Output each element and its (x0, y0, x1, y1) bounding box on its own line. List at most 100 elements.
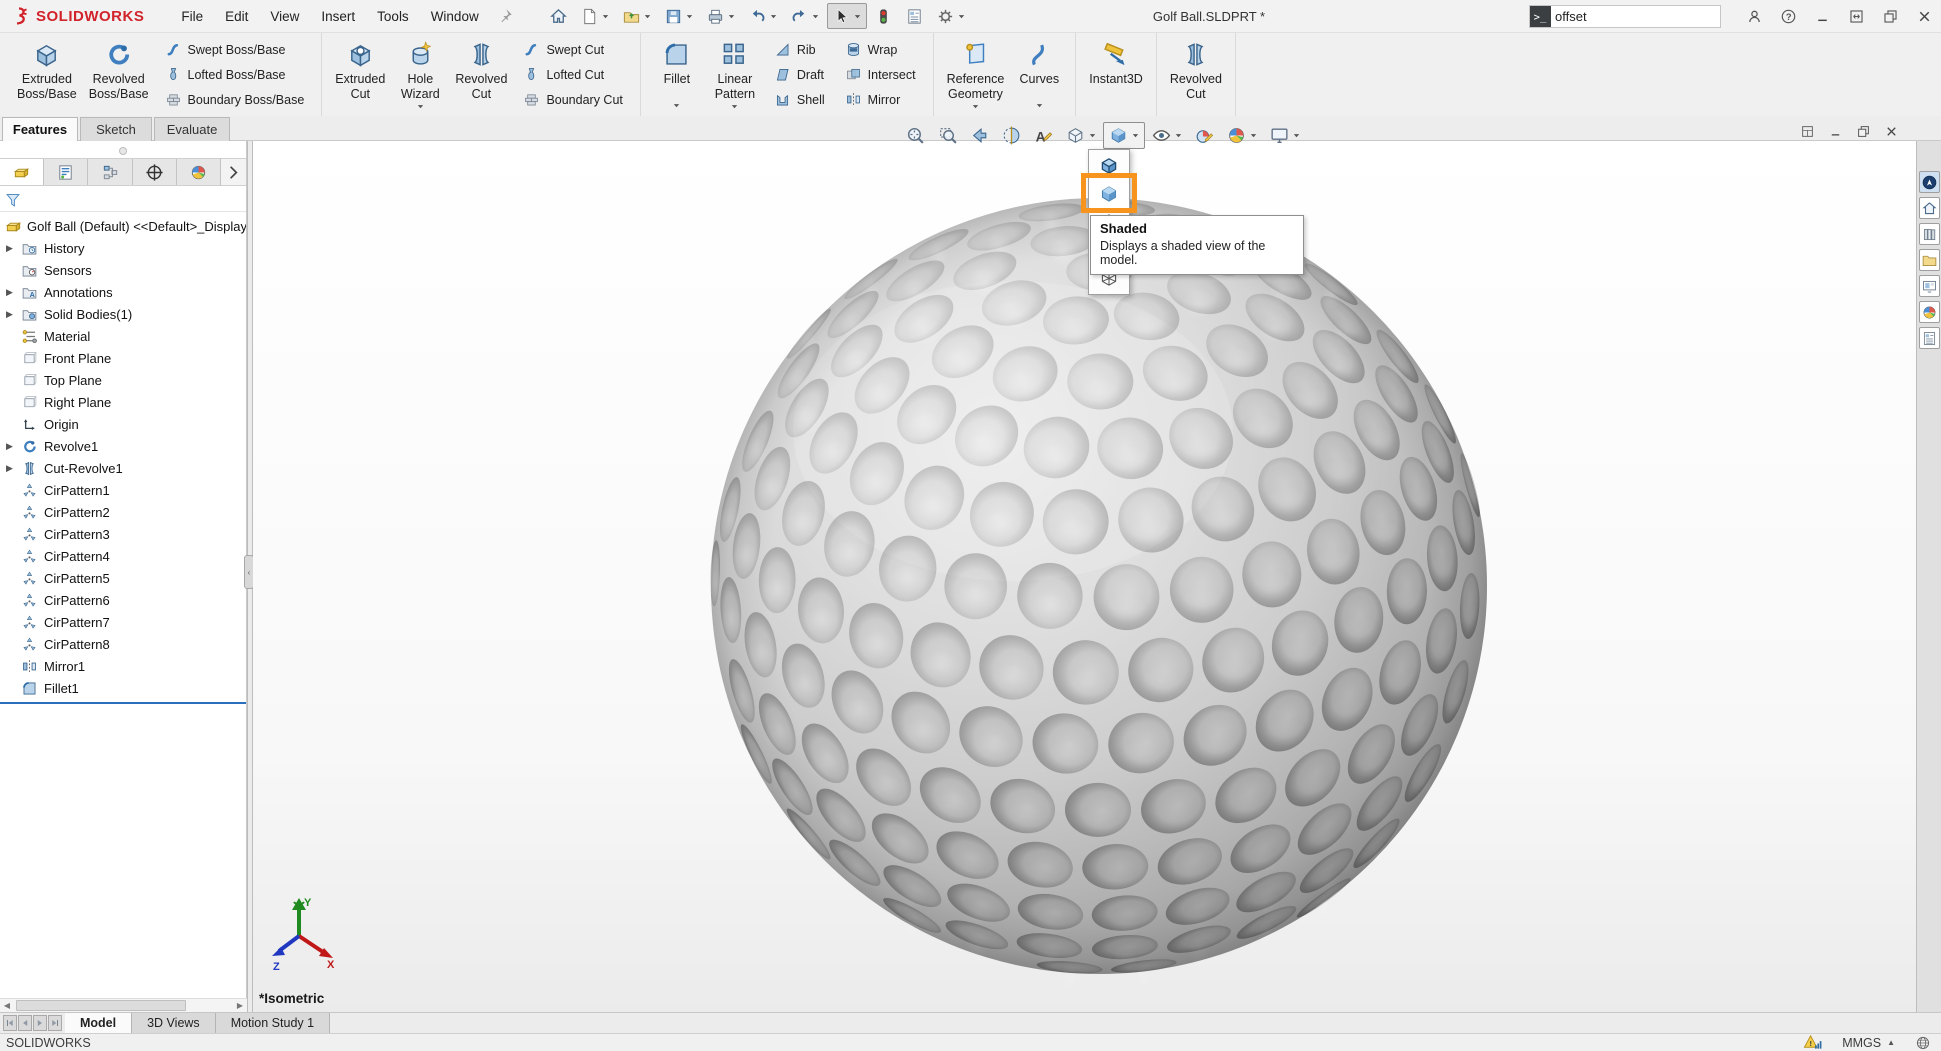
tree-item-cirpattern7[interactable]: CirPattern7 (0, 611, 247, 633)
first-tab-button[interactable] (3, 1015, 17, 1031)
tree-item-front-plane[interactable]: Front Plane (0, 347, 247, 369)
previous-tab-button[interactable] (18, 1015, 32, 1031)
login-button[interactable] (1746, 8, 1763, 25)
zoom-to-fit-button[interactable] (900, 122, 931, 149)
unit-system[interactable]: MMGS ▲ (1842, 1036, 1895, 1050)
view-settings-button[interactable] (1264, 122, 1306, 149)
tree-item-cirpattern3[interactable]: CirPattern3 (0, 523, 247, 545)
appearances-scenes-button[interactable] (1919, 301, 1940, 323)
file-explorer-button[interactable] (1919, 249, 1940, 271)
caret-down-icon[interactable] (811, 12, 820, 21)
ribbon-rib-button[interactable]: Rib (770, 39, 829, 60)
ribbon-revolved-boss-base-button[interactable]: Revolved Boss/Base (83, 35, 155, 114)
pane-tab-featuremanager-tree[interactable] (0, 159, 44, 185)
ribbon-reference-geometry-button[interactable]: Reference Geometry (941, 35, 1011, 114)
ribbon-swept-cut-button[interactable]: Swept Cut (519, 39, 626, 60)
pin-icon[interactable] (496, 7, 514, 25)
ribbon-extruded-boss-base-button[interactable]: Extruded Boss/Base (11, 35, 83, 114)
scroll-right-button[interactable]: ▶ (233, 999, 247, 1012)
display-style-button[interactable] (1103, 122, 1145, 149)
tree-item-material-not-specified[interactable]: Material (0, 325, 247, 347)
caret-down-icon[interactable] (957, 12, 966, 21)
caret-down-icon[interactable] (601, 12, 610, 21)
edit-appearance-button[interactable] (1189, 122, 1220, 149)
menu-file[interactable]: File (170, 0, 214, 33)
expand-arrow-icon[interactable]: ▶ (6, 463, 21, 474)
pane-expand-button[interactable] (221, 159, 247, 185)
caret-down-icon[interactable] (1035, 101, 1044, 110)
ribbon-revolved-cut-button[interactable]: Revolved Cut (449, 35, 513, 114)
tree-item-cirpattern1[interactable]: CirPattern1 (0, 479, 247, 501)
tree-item-sensors[interactable]: Sensors (0, 259, 247, 281)
window-close-button[interactable] (1916, 8, 1933, 25)
home-tab-button[interactable] (1919, 197, 1940, 219)
tree-item-history[interactable]: ▶History (0, 237, 247, 259)
menu-insert[interactable]: Insert (310, 0, 366, 33)
tree-item-top-plane[interactable]: Top Plane (0, 369, 247, 391)
dynamic-annotation-views-button[interactable] (1028, 122, 1059, 149)
expand-arrow-icon[interactable]: ▶ (6, 287, 21, 298)
ribbon-instant3d-button[interactable]: Instant3D (1083, 35, 1149, 114)
solidworks-resources-button[interactable] (1919, 171, 1940, 193)
tab-sketch[interactable]: Sketch (80, 117, 152, 141)
caret-down-icon[interactable] (1292, 131, 1301, 140)
ribbon-mirror-button[interactable]: Mirror (841, 89, 920, 110)
pane-tab-configurationmanager[interactable] (88, 159, 132, 185)
doc-tile-button[interactable] (1800, 124, 1815, 139)
tree-item-origin[interactable]: Origin (0, 413, 247, 435)
tree-item-cirpattern5[interactable]: CirPattern5 (0, 567, 247, 589)
caret-down-icon[interactable] (685, 12, 694, 21)
caret-down-icon[interactable] (730, 102, 739, 111)
search-commands-icon[interactable] (1530, 6, 1551, 27)
caret-down-icon[interactable] (1088, 131, 1097, 140)
display-style-shaded-with-edges[interactable] (1089, 152, 1129, 180)
design-library-button[interactable] (1919, 223, 1940, 245)
previous-view-button[interactable] (964, 122, 995, 149)
redo-button[interactable] (785, 3, 825, 29)
last-tab-button[interactable] (48, 1015, 62, 1031)
zoom-to-area-button[interactable] (932, 122, 963, 149)
open-document-button[interactable] (617, 3, 657, 29)
ribbon-intersect-button[interactable]: Intersect (841, 64, 920, 85)
caret-down-icon[interactable] (971, 102, 980, 111)
ribbon-draft-button[interactable]: Draft (770, 64, 829, 85)
doc-tab-model[interactable]: Model (65, 1013, 132, 1033)
home-button[interactable] (544, 3, 573, 29)
doc-close-button[interactable] (1884, 124, 1899, 139)
tree-item-solid-bodies-1[interactable]: ▶Solid Bodies(1) (0, 303, 247, 325)
window-resize-button[interactable] (1848, 8, 1865, 25)
caret-down-icon[interactable] (1131, 131, 1140, 140)
filter-icon[interactable] (4, 191, 22, 209)
tree-filter-row[interactable] (0, 188, 247, 212)
view-palette-button[interactable] (1919, 275, 1940, 297)
panel-horizontal-scrollbar[interactable]: ◀ ▶ (0, 998, 247, 1012)
tree-item-right-plane[interactable]: Right Plane (0, 391, 247, 413)
rollback-bar[interactable] (0, 702, 247, 704)
new-document-button[interactable] (575, 3, 615, 29)
tree-item-cirpattern2[interactable]: CirPattern2 (0, 501, 247, 523)
help-button[interactable] (1780, 8, 1797, 25)
ribbon-hole-wizard-button[interactable]: Hole Wizard (391, 35, 449, 114)
caret-down-icon[interactable] (416, 102, 425, 111)
tags-icon[interactable] (1915, 1035, 1931, 1051)
ribbon-curves-button[interactable]: Curves (1010, 35, 1068, 114)
pane-tab-dimxpertmanager[interactable] (133, 159, 177, 185)
options-button[interactable] (931, 3, 971, 29)
window-restore-button[interactable] (1882, 8, 1899, 25)
scrollbar-thumb[interactable] (16, 1000, 186, 1011)
section-view-button[interactable] (996, 122, 1027, 149)
caret-down-icon[interactable] (853, 12, 862, 21)
select-button[interactable] (827, 3, 867, 29)
print-button[interactable] (701, 3, 741, 29)
ribbon-lofted-cut-button[interactable]: Lofted Cut (519, 64, 626, 85)
ribbon-extruded-cut-button[interactable]: Extruded Cut (329, 35, 391, 114)
tree-item-mirror1[interactable]: Mirror1 (0, 655, 247, 677)
tree-item-fillet1[interactable]: Fillet1 (0, 677, 247, 699)
ribbon-boundary-boss-base-button[interactable]: Boundary Boss/Base (161, 89, 309, 110)
ribbon-boundary-cut-button[interactable]: Boundary Cut (519, 89, 626, 110)
expand-arrow-icon[interactable]: ▶ (6, 441, 21, 452)
graphics-viewport[interactable]: Y X Z *Isometric (253, 141, 1916, 1012)
custom-properties-button[interactable] (1919, 327, 1940, 349)
ribbon-revolved-cut-button[interactable]: Revolved Cut (1164, 35, 1228, 114)
tab-features[interactable]: Features (2, 117, 78, 141)
